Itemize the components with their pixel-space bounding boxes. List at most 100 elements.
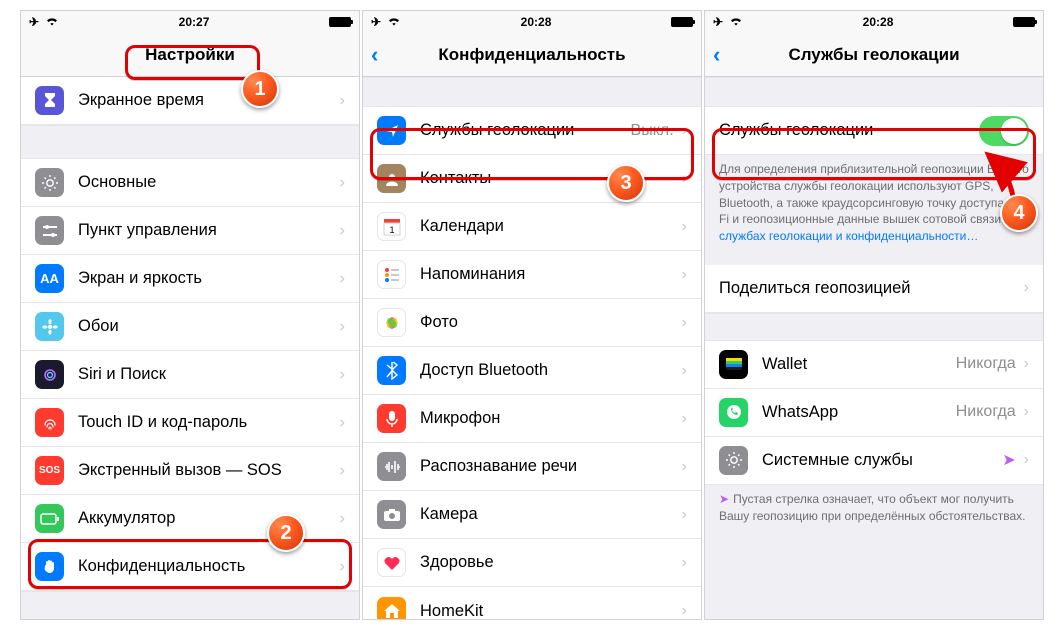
row-wallet[interactable]: Wallet Никогда › xyxy=(705,341,1043,389)
row-sos[interactable]: SOS Экстренный вызов — SOS › xyxy=(21,447,359,495)
row-detail: Выкл. xyxy=(631,122,674,140)
status-bar: ✈ 20:27 xyxy=(21,11,359,33)
chevron-icon: › xyxy=(682,554,687,572)
page-title: Службы геолокации xyxy=(788,45,959,65)
row-label: Пункт управления xyxy=(78,221,332,240)
chevron-icon: › xyxy=(340,270,345,288)
row-speech[interactable]: Распознавание речи › xyxy=(363,443,701,491)
row-photos[interactable]: Фото › xyxy=(363,299,701,347)
settings-list: Экранное время › Основные › Пункт управл… xyxy=(21,77,359,620)
battery-row-icon xyxy=(35,504,64,533)
row-health[interactable]: Здоровье › xyxy=(363,539,701,587)
row-label: Обои xyxy=(78,317,332,336)
row-bluetooth[interactable]: Доступ Bluetooth › xyxy=(363,347,701,395)
chevron-icon: › xyxy=(340,510,345,528)
chevron-icon: › xyxy=(682,362,687,380)
row-privacy[interactable]: Конфиденциальность › xyxy=(21,543,359,591)
chevron-icon: › xyxy=(682,314,687,332)
photos-icon xyxy=(377,308,406,337)
privacy-list: Службы геолокации Выкл. › Контакты › 1 К… xyxy=(363,107,701,620)
airplane-icon: ✈ xyxy=(29,15,39,29)
chevron-icon: › xyxy=(1024,403,1029,421)
row-label: HomeKit xyxy=(420,602,674,621)
navbar: Настройки xyxy=(21,33,359,77)
row-touchid[interactable]: Touch ID и код-пароль › xyxy=(21,399,359,447)
row-location-toggle[interactable]: Службы геолокации xyxy=(705,107,1043,155)
svg-text:1: 1 xyxy=(389,225,394,235)
screenshot-location-services: ✈ 20:28 ‹ Службы геолокации Службы геоло… xyxy=(704,10,1044,620)
row-calendars[interactable]: 1 Календари › xyxy=(363,203,701,251)
back-button[interactable]: ‹ xyxy=(371,33,378,77)
row-label: Экстренный вызов — SOS xyxy=(78,461,332,480)
chevron-icon: › xyxy=(682,266,687,284)
row-camera[interactable]: Камера › xyxy=(363,491,701,539)
sos-icon: SOS xyxy=(35,456,64,485)
bluetooth-icon xyxy=(377,356,406,385)
row-general[interactable]: Основные › xyxy=(21,159,359,207)
back-button[interactable]: ‹ xyxy=(713,33,720,77)
row-location-services[interactable]: Службы геолокации Выкл. › xyxy=(363,107,701,155)
row-reminders[interactable]: Напоминания › xyxy=(363,251,701,299)
fingerprint-icon xyxy=(35,408,64,437)
location-toggle[interactable] xyxy=(979,116,1029,146)
status-time: 20:28 xyxy=(863,15,894,29)
chevron-icon: › xyxy=(1024,355,1029,373)
row-label: Службы геолокации xyxy=(420,121,631,140)
row-label: Здоровье xyxy=(420,553,674,572)
row-siri[interactable]: Siri и Поиск › xyxy=(21,351,359,399)
row-display[interactable]: AA Экран и яркость › xyxy=(21,255,359,303)
row-detail: Никогда xyxy=(956,355,1016,373)
screenshot-privacy: ✈ 20:28 ‹ Конфиденциальность Службы геол… xyxy=(362,10,702,620)
row-label: Системные службы xyxy=(762,451,1002,470)
step-badge-1: 1 xyxy=(241,70,279,108)
row-label: Поделиться геопозицией xyxy=(719,279,1016,298)
row-label: Напоминания xyxy=(420,265,674,284)
row-detail: Никогда xyxy=(956,403,1016,421)
battery-icon xyxy=(329,17,351,27)
row-label: Экран и яркость xyxy=(78,269,332,288)
camera-icon xyxy=(377,500,406,529)
row-control-center[interactable]: Пункт управления › xyxy=(21,207,359,255)
wallet-icon xyxy=(719,350,748,379)
row-screentime[interactable]: Экранное время › xyxy=(21,77,359,125)
row-system-services[interactable]: Системные службы ➤ › xyxy=(705,437,1043,485)
location-arrow-icon xyxy=(377,116,406,145)
navbar: ‹ Конфиденциальность xyxy=(363,33,701,77)
status-time: 20:27 xyxy=(179,15,210,29)
battery-icon xyxy=(1013,17,1035,27)
page-title: Конфиденциальность xyxy=(438,45,625,65)
chevron-icon: › xyxy=(340,92,345,110)
row-whatsapp[interactable]: WhatsApp Никогда › xyxy=(705,389,1043,437)
chevron-icon: › xyxy=(1024,451,1029,469)
hand-icon xyxy=(35,552,64,581)
siri-icon xyxy=(35,360,64,389)
step-badge-4: 4 xyxy=(1000,194,1038,232)
row-label: Доступ Bluetooth xyxy=(420,361,674,380)
chevron-icon: › xyxy=(340,462,345,480)
reminders-icon xyxy=(377,260,406,289)
contacts-icon xyxy=(377,164,406,193)
battery-icon xyxy=(671,17,693,27)
row-battery[interactable]: Аккумулятор › xyxy=(21,495,359,543)
row-contacts[interactable]: Контакты › xyxy=(363,155,701,203)
status-bar: ✈ 20:28 xyxy=(363,11,701,33)
wifi-icon xyxy=(387,15,401,29)
status-time: 20:28 xyxy=(521,15,552,29)
health-icon xyxy=(377,548,406,577)
row-share-location[interactable]: Поделиться геопозицией › xyxy=(705,265,1043,313)
whatsapp-icon xyxy=(719,398,748,427)
hourglass-icon xyxy=(35,86,64,115)
chevron-icon: › xyxy=(340,318,345,336)
wifi-icon xyxy=(729,15,743,29)
step-badge-2: 2 xyxy=(267,514,305,552)
airplane-icon: ✈ xyxy=(713,15,723,29)
row-homekit[interactable]: HomeKit › xyxy=(363,587,701,620)
wifi-icon xyxy=(45,15,59,29)
row-microphone[interactable]: Микрофон › xyxy=(363,395,701,443)
gear-icon xyxy=(719,446,748,475)
chevron-icon: › xyxy=(682,458,687,476)
row-label: Распознавание речи xyxy=(420,457,674,476)
navbar: ‹ Службы геолокации xyxy=(705,33,1043,77)
screenshot-settings: ✈ 20:27 Настройки Экранное время › Основ… xyxy=(20,10,360,620)
row-wallpaper[interactable]: Обои › xyxy=(21,303,359,351)
